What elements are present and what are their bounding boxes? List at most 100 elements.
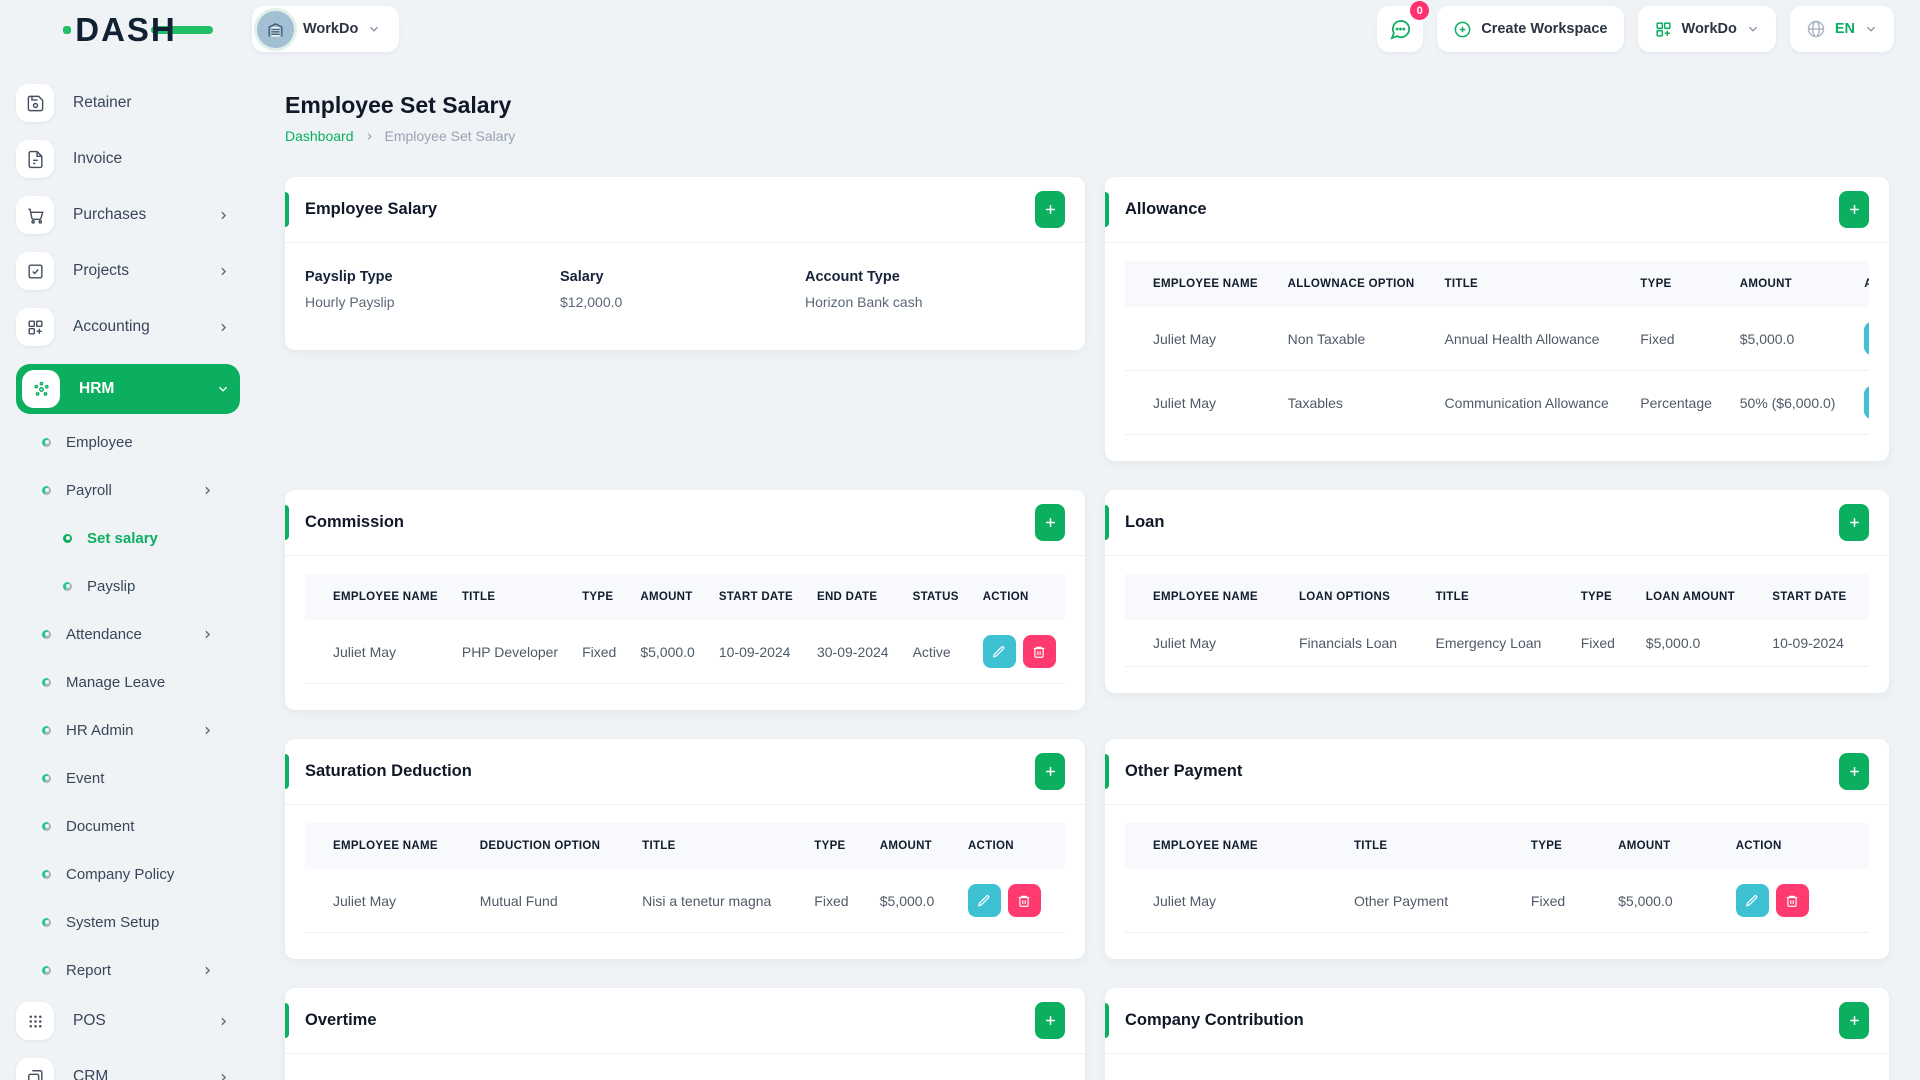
card-title: Allowance [1125,200,1207,218]
loan-table: EMPLOYEE NAME LOAN OPTIONS TITLE TYPE LO… [1125,574,1869,667]
bullet-icon [42,917,51,927]
bullet-icon [63,581,72,591]
delete-button[interactable] [1775,884,1809,917]
table-scroll-area[interactable]: EMPLOYEE NAME TITLE TYPE AMOUNT ACTION J… [1125,823,1869,933]
cell: Percentage [1628,370,1728,435]
sidebar-item-accounting[interactable]: Accounting [16,308,240,346]
app-switcher-button[interactable]: WorkDo [1637,6,1776,52]
add-commission-button[interactable] [1035,504,1065,541]
delete-button[interactable] [1022,635,1056,668]
column-header: ALLOWNACE OPTION [1275,261,1433,307]
submenu-label: HR Admin [66,721,134,739]
table-scroll-area[interactable]: EMPLOYEE NAME LOAN OPTIONS TITLE TYPE LO… [1125,574,1869,667]
table-scroll-area[interactable]: EMPLOYEE NAME TITLE TYPE AMOUNT START DA… [305,574,1065,684]
edit-button[interactable] [1864,322,1869,355]
sidebar-item-pos[interactable]: POS [16,1002,240,1040]
cell: Juliet May [1125,869,1342,933]
grid-plus-icon [1654,20,1673,39]
sidebar-item-crm[interactable]: CRM [16,1058,240,1080]
submenu-item-system-setup[interactable]: System Setup [16,898,232,946]
field-salary: Salary $12,000.0 [560,269,805,310]
column-header: ACTION [970,574,1065,620]
breadcrumb-current: Employee Set Salary [384,128,516,144]
card-title: Company Contribution [1125,1011,1304,1029]
plus-icon [1043,1013,1058,1028]
add-other-payment-button[interactable] [1839,753,1869,790]
column-header: TITLE [1341,823,1519,869]
plus-icon [1847,1013,1862,1028]
delete-button[interactable] [1007,884,1041,917]
submenu-label: Document [66,817,135,835]
submenu-label: Payslip [87,577,136,595]
add-salary-button[interactable] [1035,191,1065,228]
hrm-hub-icon [22,370,60,408]
cell: Fixed [802,869,868,933]
column-header: TITLE [1423,574,1569,620]
submenu-item-employee[interactable]: Employee [16,418,232,466]
add-loan-button[interactable] [1839,504,1869,541]
plus-icon [1847,764,1862,779]
card-header: Company Contribution [1105,988,1889,1054]
submenu-item-payslip[interactable]: Payslip [16,562,232,610]
commission-card: Commission EMPLOYEE NAME TITLE TYPE AMOU… [285,490,1085,710]
bullet-icon [42,629,51,639]
submenu-item-company-policy[interactable]: Company Policy [16,850,232,898]
submenu-item-set-salary[interactable]: Set salary [16,514,232,562]
column-header: START DATE [706,574,805,620]
column-header: TYPE [1628,261,1728,307]
add-allowance-button[interactable] [1839,191,1869,228]
submenu-item-payroll[interactable]: Payroll [16,466,232,514]
sidebar-item-retainer[interactable]: Retainer [16,84,240,122]
column-header: EMPLOYEE NAME [1125,823,1342,869]
pencil-icon [977,894,991,908]
edit-button[interactable] [982,635,1016,668]
column-header: AMOUNT [1727,261,1853,307]
add-contribution-button[interactable] [1839,1002,1869,1039]
loan-card: Loan EMPLOYEE NAME LOAN OPTIONS TITLE TY… [1105,490,1889,693]
breadcrumb-dashboard-link[interactable]: Dashboard [285,128,354,144]
chevron-right-icon [217,209,230,222]
table-header-row: EMPLOYEE NAME DEDUCTION OPTION TITLE TYP… [305,823,1065,869]
card-body: EMPLOYEE NAME TITLE TYPE AMOUNT START DA… [285,556,1085,710]
sidebar-item-purchases[interactable]: Purchases [16,196,240,234]
messages-button[interactable]: 0 [1377,1,1430,52]
cell: Juliet May [305,620,450,684]
submenu-item-event[interactable]: Event [16,754,232,802]
sidebar-item-hrm[interactable]: HRM [16,364,240,414]
edit-button[interactable] [1735,884,1769,917]
card-body [285,1054,1085,1080]
table-scroll-area[interactable]: EMPLOYEE NAME ALLOWNACE OPTION TITLE TYP… [1125,261,1869,435]
submenu-item-report[interactable]: Report [16,946,232,994]
sidebar-item-projects[interactable]: Projects [16,252,240,290]
create-workspace-button[interactable]: Create Workspace [1437,6,1624,52]
edit-button[interactable] [1864,386,1869,419]
cell: Juliet May [1125,620,1287,667]
building-icon [266,20,285,39]
submenu-label: Manage Leave [66,673,166,691]
cell: 50% ($6,000.0) [1727,370,1853,435]
table-header-row: EMPLOYEE NAME ALLOWNACE OPTION TITLE TYP… [1125,261,1869,307]
cell: Other Payment [1341,869,1519,933]
submenu-item-hr-admin[interactable]: HR Admin [16,706,232,754]
field-account-type: Account Type Horizon Bank cash [805,269,1065,310]
column-header: TITLE [630,823,803,869]
language-selector[interactable]: EN [1789,6,1894,52]
table-scroll-area[interactable]: EMPLOYEE NAME DEDUCTION OPTION TITLE TYP… [305,823,1065,933]
app-switcher-label: WorkDo [1681,21,1737,37]
submenu-item-document[interactable]: Document [16,802,232,850]
other-payment-table: EMPLOYEE NAME TITLE TYPE AMOUNT ACTION J… [1125,823,1869,933]
edit-button[interactable] [967,884,1001,917]
cell: Juliet May [1125,307,1276,371]
sidebar-item-label: Projects [73,262,129,279]
salary-fields: Payslip Type Hourly Payslip Salary $12,0… [305,261,1065,324]
submenu-label: Report [66,961,112,979]
add-deduction-button[interactable] [1035,753,1065,790]
card-header: Employee Salary [285,177,1085,243]
cell-actions [1723,869,1869,933]
add-overtime-button[interactable] [1035,1002,1065,1039]
sidebar-item-invoice[interactable]: Invoice [16,140,240,178]
column-header: AMOUNT [867,823,956,869]
workspace-selector[interactable]: WorkDo [252,6,400,52]
submenu-item-manage-leave[interactable]: Manage Leave [16,658,232,706]
submenu-item-attendance[interactable]: Attendance [16,610,232,658]
